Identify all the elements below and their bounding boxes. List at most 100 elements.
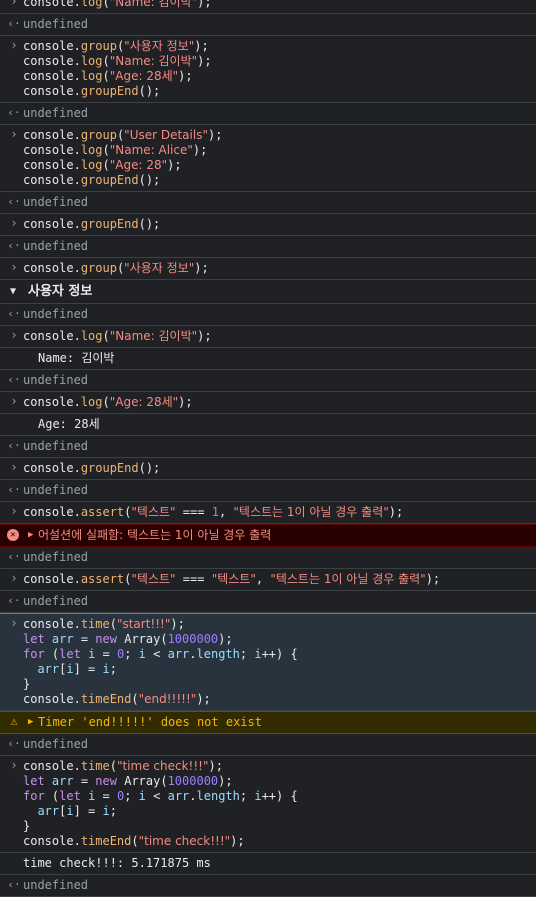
code-line: console.timeEnd("time check!!!"); bbox=[23, 834, 245, 848]
result-value: undefined bbox=[23, 106, 89, 120]
log-message: Age: 28세 bbox=[38, 417, 100, 431]
result-value: undefined bbox=[23, 195, 89, 209]
console-input-entry[interactable]: › console.time("time check!!!"); let arr =… bbox=[0, 756, 536, 853]
code-line: console.log("Age: 28세"); bbox=[23, 69, 193, 83]
warning-triangle-icon: ⚠ bbox=[10, 714, 18, 728]
console-result-entry: ‹· undefined bbox=[0, 547, 536, 569]
console-warning-entry: ⚠ ▶ Timer 'end!!!!!' does not exist bbox=[0, 711, 536, 734]
return-arrow-icon: ‹· bbox=[7, 106, 21, 119]
chevron-right-icon: › bbox=[10, 38, 18, 52]
console-result-entry: ‹· undefined bbox=[0, 192, 536, 214]
error-circle-icon: ✕ bbox=[7, 529, 19, 541]
return-arrow-icon: ‹· bbox=[7, 550, 21, 563]
console-log-output: Name: 김이박 bbox=[0, 348, 536, 370]
code-line: console.groupEnd(); bbox=[23, 461, 161, 475]
chevron-right-icon: › bbox=[10, 394, 18, 408]
console-input-entry[interactable]: › console.groupEnd(); bbox=[0, 214, 536, 236]
result-value: undefined bbox=[23, 307, 89, 321]
chevron-right-icon: › bbox=[10, 758, 18, 772]
chevron-right-icon: › bbox=[10, 260, 18, 274]
result-value: undefined bbox=[23, 239, 89, 253]
result-value: undefined bbox=[23, 737, 89, 751]
code-line: console.log("Name: Alice"); bbox=[23, 143, 208, 157]
console-result-entry: ‹· undefined bbox=[0, 236, 536, 258]
code-line: arr[i] = i; bbox=[37, 804, 117, 818]
code-line: console.assert("텍스트" === "텍스트", "텍스트는 1이… bbox=[23, 572, 441, 586]
console-input-entry[interactable]: › console.group("User Details"); console.l… bbox=[0, 125, 536, 192]
console-result-entry: ‹· undefined bbox=[0, 370, 536, 392]
chevron-right-icon: › bbox=[10, 460, 18, 474]
code-line: console.group("사용자 정보"); bbox=[23, 261, 209, 275]
code-line: console.time("time check!!!"); bbox=[23, 759, 223, 773]
console-input-entry[interactable]: › console.time("start!!!"); let arr = new … bbox=[0, 613, 536, 711]
code-line: arr[i] = i; bbox=[37, 662, 117, 676]
return-arrow-icon: ‹· bbox=[7, 373, 21, 386]
console-result-entry: ‹· undefined bbox=[0, 304, 536, 326]
console-input-entry[interactable]: › console.log("Name: 김이박"); bbox=[0, 0, 536, 14]
triangle-down-icon[interactable]: ▼ bbox=[6, 284, 20, 299]
console-input-entry[interactable]: › console.log("Age: 28세"); bbox=[0, 392, 536, 414]
console-input-entry[interactable]: › console.assert("텍스트" === 1, "텍스트는 1이 아닐… bbox=[0, 502, 536, 524]
code-line: console.log("Name: 김이박"); bbox=[23, 0, 212, 9]
code-line: } bbox=[23, 677, 31, 691]
console-result-entry: ‹· undefined bbox=[0, 103, 536, 125]
group-label: 사용자 정보 bbox=[28, 284, 93, 299]
result-value: undefined bbox=[23, 17, 89, 31]
console-input-entry[interactable]: › console.groupEnd(); bbox=[0, 458, 536, 480]
chevron-right-icon: › bbox=[10, 127, 18, 141]
code-line: console.time("start!!!"); bbox=[23, 617, 185, 631]
code-line: console.log("Name: 김이박"); bbox=[23, 329, 212, 343]
result-value: undefined bbox=[23, 483, 89, 497]
code-line: console.group("사용자 정보"); bbox=[23, 39, 209, 53]
result-value: undefined bbox=[23, 439, 89, 453]
console-group-header[interactable]: ▼ 사용자 정보 bbox=[0, 280, 536, 304]
console-result-entry: ‹· undefined bbox=[0, 875, 536, 897]
code-line: console.log("Age: 28"); bbox=[23, 158, 182, 172]
code-line: console.log("Name: 김이박"); bbox=[23, 54, 212, 68]
code-line: console.groupEnd(); bbox=[23, 217, 161, 231]
console-input-entry[interactable]: › console.assert("텍스트" === "텍스트", "텍스트는 1… bbox=[0, 569, 536, 591]
return-arrow-icon: ‹· bbox=[7, 239, 21, 252]
return-arrow-icon: ‹· bbox=[7, 594, 21, 607]
code-line: } bbox=[23, 819, 31, 833]
return-arrow-icon: ‹· bbox=[7, 737, 21, 750]
code-line: console.log("Age: 28세"); bbox=[23, 395, 193, 409]
console-result-entry: ‹· undefined bbox=[0, 480, 536, 502]
result-value: undefined bbox=[23, 373, 89, 387]
code-line: console.groupEnd(); bbox=[23, 173, 161, 187]
result-value: undefined bbox=[23, 550, 89, 564]
log-message: Name: 김이박 bbox=[38, 351, 115, 365]
return-arrow-icon: ‹· bbox=[7, 878, 21, 891]
console-input-entry[interactable]: › console.group("사용자 정보"); console.log("Na… bbox=[0, 36, 536, 103]
warning-message: Timer 'end!!!!!' does not exist bbox=[38, 715, 262, 729]
code-line: console.groupEnd(); bbox=[23, 84, 161, 98]
console-log-output: Age: 28세 bbox=[0, 414, 536, 436]
chevron-right-icon: › bbox=[10, 571, 18, 585]
console-result-entry: ‹· undefined bbox=[0, 734, 536, 756]
console-input-entry[interactable]: › console.log("Name: 김이박"); bbox=[0, 326, 536, 348]
code-line: console.timeEnd("end!!!!!"); bbox=[23, 692, 211, 706]
result-value: undefined bbox=[23, 594, 89, 608]
code-line: for (let i = 0; i < arr.length; i++) { bbox=[23, 789, 298, 803]
error-message: 어설션에 실패함: 텍스트는 1이 아닐 경우 출력 bbox=[38, 528, 272, 542]
console-result-entry: ‹· undefined bbox=[0, 591, 536, 613]
return-arrow-icon: ‹· bbox=[7, 17, 21, 30]
chevron-right-icon: › bbox=[10, 216, 18, 230]
console-result-entry: ‹· undefined bbox=[0, 14, 536, 36]
return-arrow-icon: ‹· bbox=[7, 307, 21, 320]
chevron-right-icon: › bbox=[10, 0, 18, 8]
code-line: let arr = new Array(1000000); bbox=[23, 632, 233, 646]
console-panel: › console.log("Name: 김이박"); ‹· undefined › co… bbox=[0, 0, 536, 897]
console-input-entry[interactable]: › console.group("사용자 정보"); bbox=[0, 258, 536, 280]
code-line: console.group("User Details"); bbox=[23, 128, 223, 142]
expand-triangle-icon[interactable]: ▶ bbox=[28, 528, 33, 543]
return-arrow-icon: ‹· bbox=[7, 483, 21, 496]
chevron-right-icon: › bbox=[10, 328, 18, 342]
console-result-entry: ‹· undefined bbox=[0, 436, 536, 458]
result-value: undefined bbox=[23, 878, 89, 892]
return-arrow-icon: ‹· bbox=[7, 195, 21, 208]
chevron-right-icon: › bbox=[10, 616, 18, 630]
console-error-entry: ✕ ▶ 어설션에 실패함: 텍스트는 1이 아닐 경우 출력 bbox=[0, 524, 536, 547]
expand-triangle-icon[interactable]: ▶ bbox=[28, 715, 33, 730]
code-line: let arr = new Array(1000000); bbox=[23, 774, 233, 788]
